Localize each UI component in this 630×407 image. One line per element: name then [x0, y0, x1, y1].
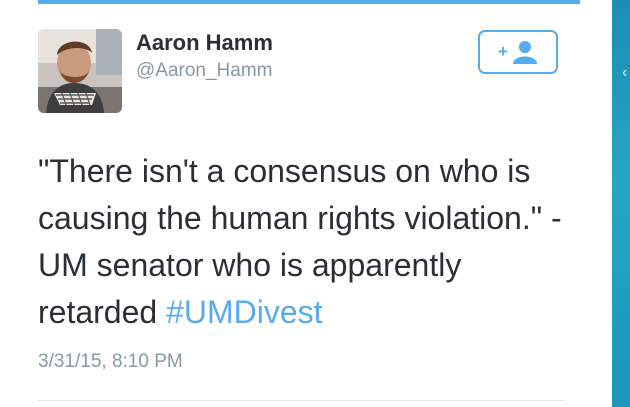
author-display-name[interactable]: Aaron Hamm: [136, 30, 273, 56]
hashtag-link[interactable]: #UMDivest: [166, 294, 322, 330]
follow-button[interactable]: +: [478, 30, 558, 74]
tweet-text: "There isn't a consensus on who is causi…: [38, 148, 578, 336]
follow-user-icon: +: [498, 41, 537, 64]
tweet-card: Aaron Hamm @Aaron_Hamm + "There isn't a …: [0, 0, 612, 407]
avatar[interactable]: [38, 29, 122, 113]
follow-plus-symbol: +: [498, 42, 508, 61]
divider: [38, 400, 564, 401]
avatar-photo: [38, 29, 122, 113]
author-handle[interactable]: @Aaron_Hamm: [136, 60, 273, 82]
tweet-timestamp[interactable]: 3/31/15, 8:10 PM: [38, 351, 183, 373]
right-edge-panel: ‹: [612, 0, 630, 407]
edge-glyph-icon: ‹: [622, 64, 628, 81]
